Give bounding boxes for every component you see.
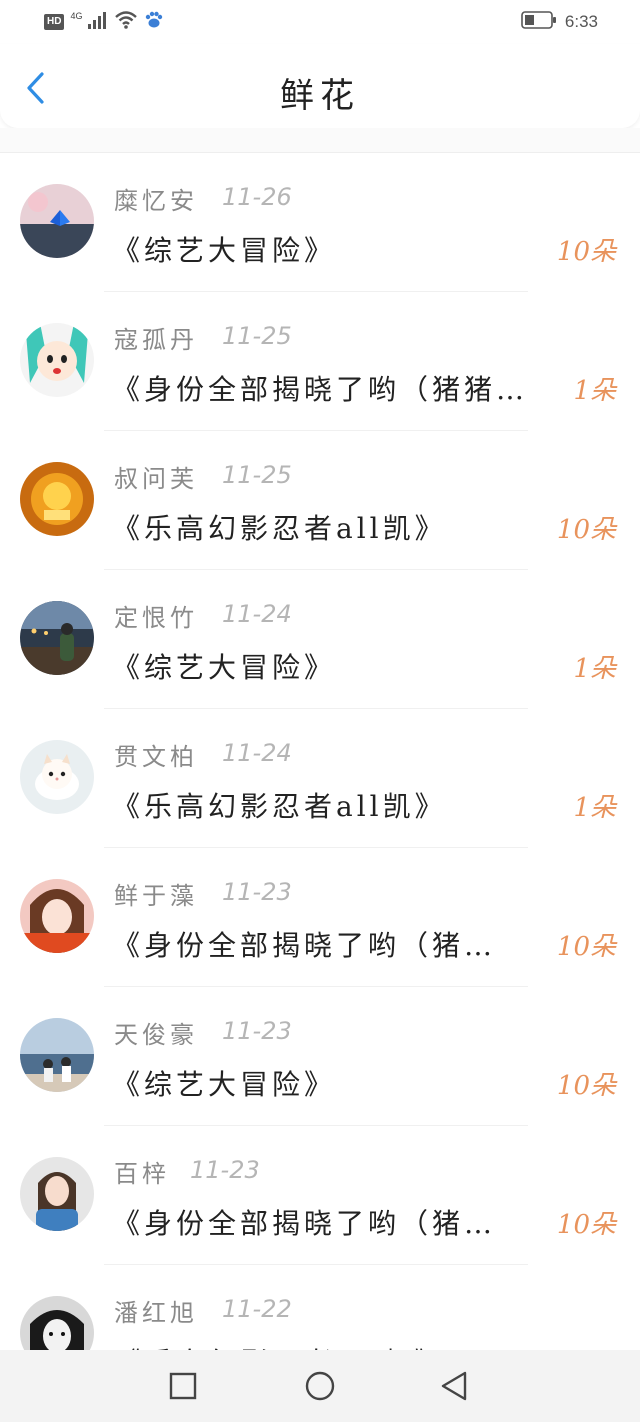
list-item[interactable]: 百梓 11-23 《身份全部揭晓了哟（猪… 10朵 <box>0 1126 640 1265</box>
book-title: 《综艺大冒险》 <box>112 1068 337 1101</box>
flower-count: 10朵 <box>556 1210 616 1240</box>
back-nav-button[interactable] <box>434 1366 474 1406</box>
avatar <box>20 879 94 953</box>
book-title: 《综艺大冒险》 <box>112 651 337 684</box>
user-name: 叔问芙 <box>114 465 198 493</box>
flower-count: 10朵 <box>556 1071 616 1101</box>
gift-date: 11-23 <box>190 1156 260 1184</box>
user-name: 贯文柏 <box>114 743 198 771</box>
list-item[interactable]: 鲜于藻 11-23 《身份全部揭晓了哟（猪… 10朵 <box>0 848 640 987</box>
status-right: 6:33 <box>521 11 598 33</box>
book-title: 《乐高幻影忍者all凯》 <box>112 512 447 545</box>
list-item[interactable]: 贯文柏 11-24 《乐高幻影忍者all凯》 1朵 <box>0 709 640 848</box>
gift-date: 11-24 <box>222 600 292 628</box>
avatar <box>20 184 94 258</box>
flower-count: 1朵 <box>573 376 616 406</box>
avatar <box>20 462 94 536</box>
flower-count: 1朵 <box>573 793 616 823</box>
book-title: 《综艺大冒险》 <box>112 234 337 267</box>
system-nav-bar <box>0 1350 640 1422</box>
gift-date: 11-24 <box>222 739 292 767</box>
app-header: 鲜花 <box>0 44 640 128</box>
avatar <box>20 601 94 675</box>
book-title: 《身份全部揭晓了哟（猪猪… <box>112 373 529 406</box>
header-separator <box>0 128 640 153</box>
flower-count: 10朵 <box>556 237 616 267</box>
recents-button[interactable] <box>163 1366 203 1406</box>
book-title: 《身份全部揭晓了哟（猪… <box>112 929 497 962</box>
list-item[interactable]: 叔问芙 11-25 《乐高幻影忍者all凯》 10朵 <box>0 431 640 570</box>
flower-count: 10朵 <box>556 932 616 962</box>
book-title: 《身份全部揭晓了哟（猪… <box>112 1207 497 1240</box>
user-name: 鲜于藻 <box>114 882 198 910</box>
flower-list: 糜忆安 11-26 《综艺大冒险》 10朵 寇孤丹 11-25 《身份全部揭晓了… <box>0 153 640 1404</box>
status-bar: HD 4G 6:33 <box>0 0 640 44</box>
book-title: 《乐高幻影忍者all凯》 <box>112 790 447 823</box>
user-name: 天俊豪 <box>114 1021 198 1049</box>
user-name: 糜忆安 <box>114 187 198 215</box>
battery-icon <box>521 11 557 33</box>
square-icon <box>169 1372 197 1400</box>
gift-date: 11-26 <box>222 183 292 211</box>
avatar <box>20 740 94 814</box>
circle-icon <box>305 1371 335 1401</box>
network-type: 4G <box>70 11 83 21</box>
gift-date: 11-25 <box>222 461 292 489</box>
page-title: 鲜花 <box>280 76 360 116</box>
home-button[interactable] <box>300 1366 340 1406</box>
avatar <box>20 1157 94 1231</box>
avatar <box>20 1018 94 1092</box>
gift-date: 11-23 <box>222 1017 292 1045</box>
list-item[interactable]: 糜忆安 11-26 《综艺大冒险》 10朵 <box>0 153 640 292</box>
flower-count: 1朵 <box>573 654 616 684</box>
list-item[interactable]: 寇孤丹 11-25 《身份全部揭晓了哟（猪猪… 1朵 <box>0 292 640 431</box>
status-left: HD 4G <box>44 10 164 34</box>
signal-icon <box>88 11 108 33</box>
avatar <box>20 323 94 397</box>
user-name: 百梓 <box>114 1160 170 1188</box>
hd-indicator: HD <box>44 14 65 30</box>
triangle-back-icon <box>441 1371 467 1401</box>
list-item[interactable]: 天俊豪 11-23 《综艺大冒险》 10朵 <box>0 987 640 1126</box>
flower-count: 10朵 <box>556 515 616 545</box>
clock: 6:33 <box>564 12 598 31</box>
gift-date: 11-23 <box>222 878 292 906</box>
gift-date: 11-22 <box>222 1295 292 1323</box>
list-item[interactable]: 定恨竹 11-24 《综艺大冒险》 1朵 <box>0 570 640 709</box>
user-name: 寇孤丹 <box>114 326 198 354</box>
gift-date: 11-25 <box>222 322 292 350</box>
app-paw-icon <box>144 10 164 34</box>
user-name: 定恨竹 <box>114 604 198 632</box>
user-name: 潘红旭 <box>114 1299 198 1327</box>
wifi-icon <box>114 10 138 34</box>
